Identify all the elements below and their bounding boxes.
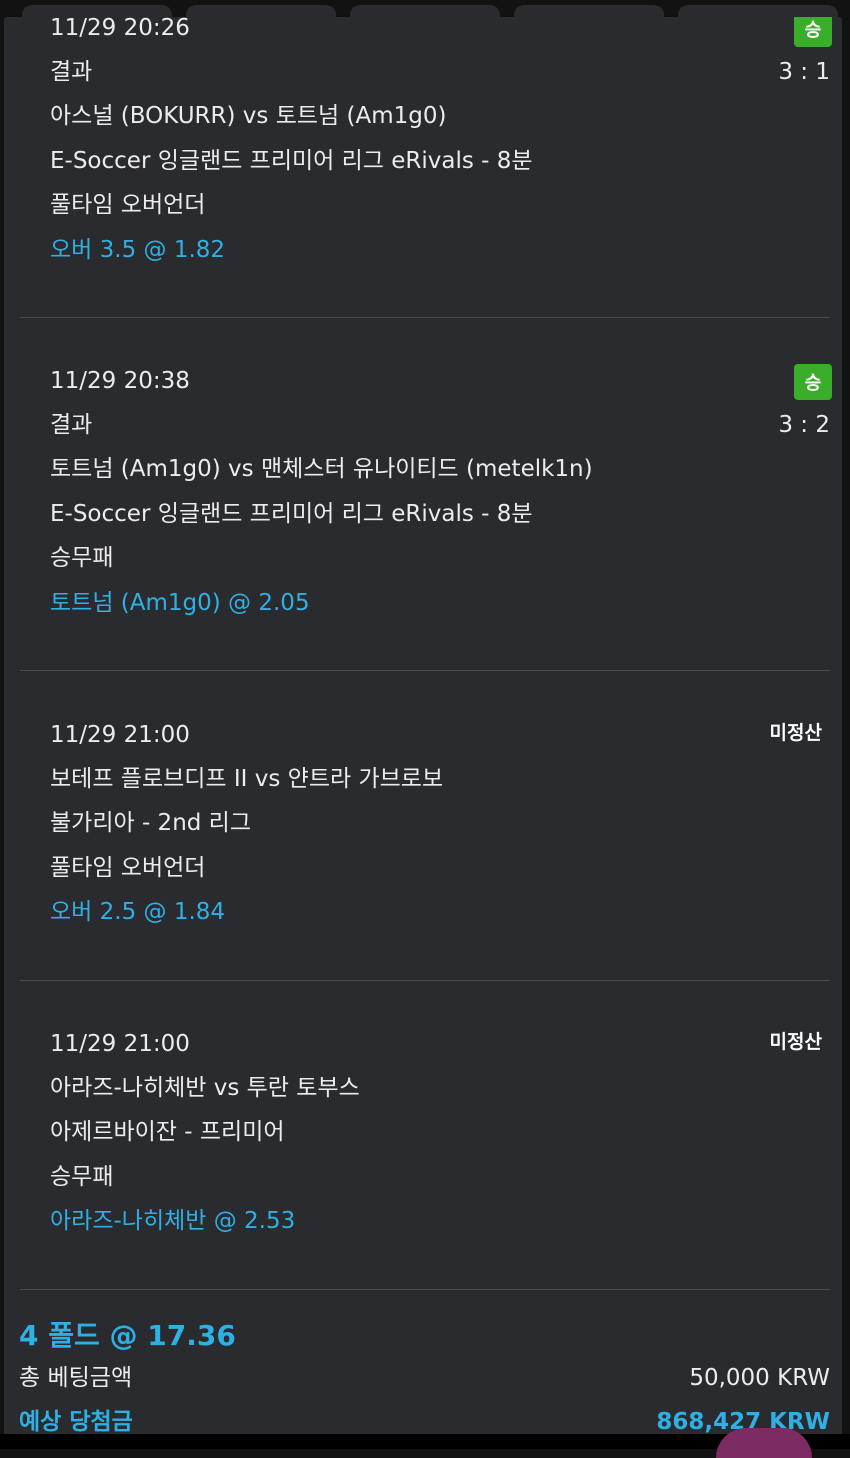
bet-type: 승무패 bbox=[50, 1164, 114, 1190]
market-label: 결과 bbox=[50, 59, 93, 85]
bet-type: 승무패 bbox=[50, 545, 114, 571]
final-score: 3 : 1 bbox=[778, 59, 830, 85]
bet-type: 풀타임 오버언더 bbox=[50, 192, 206, 218]
market-label: 결과 bbox=[50, 412, 93, 438]
divider bbox=[20, 980, 830, 981]
bet-datetime: 11/29 20:38 bbox=[50, 368, 190, 394]
league-name: 아제르바이잔 - 프리미어 bbox=[50, 1119, 285, 1145]
match-name: 아라즈-나히체반 vs 투란 토부스 bbox=[50, 1075, 360, 1101]
bet-slip-card: 11/29 20:26 승 결과 3 : 1 아스널 (BOKURR) vs 토… bbox=[4, 17, 842, 1449]
floating-avatar-button[interactable] bbox=[716, 1428, 812, 1458]
pending-status-label: 미정산 bbox=[769, 722, 822, 744]
bet-datetime: 11/29 21:00 bbox=[50, 722, 190, 748]
match-name: 아스널 (BOKURR) vs 토트넘 (Am1g0) bbox=[50, 103, 447, 129]
match-name: 보테프 플로브디프 II vs 얀트라 가브로보 bbox=[50, 766, 444, 792]
league-name: 불가리아 - 2nd 리그 bbox=[50, 810, 252, 836]
bet-pick: 오버 2.5 @ 1.84 bbox=[50, 899, 226, 925]
win-status-badge: 승 bbox=[794, 364, 832, 400]
bet-datetime: 11/29 21:00 bbox=[50, 1031, 190, 1057]
divider bbox=[20, 1289, 830, 1290]
league-name: E-Soccer 잉글랜드 프리미어 리그 eRivals - 8분 bbox=[50, 501, 533, 527]
match-name: 토트넘 (Am1g0) vs 맨체스터 유나이티드 (metelk1n) bbox=[50, 456, 593, 482]
expected-payout-label: 예상 당첨금 bbox=[19, 1409, 133, 1435]
bet-pick: 아라즈-나히체반 @ 2.53 bbox=[50, 1208, 296, 1234]
final-score: 3 : 2 bbox=[778, 412, 830, 438]
bet-pick: 오버 3.5 @ 1.82 bbox=[50, 237, 226, 263]
bet-type: 풀타임 오버언더 bbox=[50, 855, 206, 881]
bet-pick: 토트넘 (Am1g0) @ 2.05 bbox=[50, 590, 310, 616]
win-status-badge: 승 bbox=[794, 17, 832, 47]
divider bbox=[20, 317, 830, 318]
fold-odds-title: 4 폴드 @ 17.36 bbox=[19, 1319, 236, 1352]
top-tab-strip bbox=[0, 0, 850, 25]
divider bbox=[20, 670, 830, 671]
pending-status-label: 미정산 bbox=[769, 1031, 822, 1053]
bottom-nav-bar bbox=[0, 1428, 850, 1458]
total-stake-label: 총 베팅금액 bbox=[19, 1365, 133, 1391]
league-name: E-Soccer 잉글랜드 프리미어 리그 eRivals - 8분 bbox=[50, 148, 533, 174]
total-stake-value: 50,000 KRW bbox=[689, 1365, 830, 1391]
bet-datetime: 11/29 20:26 bbox=[50, 17, 190, 41]
